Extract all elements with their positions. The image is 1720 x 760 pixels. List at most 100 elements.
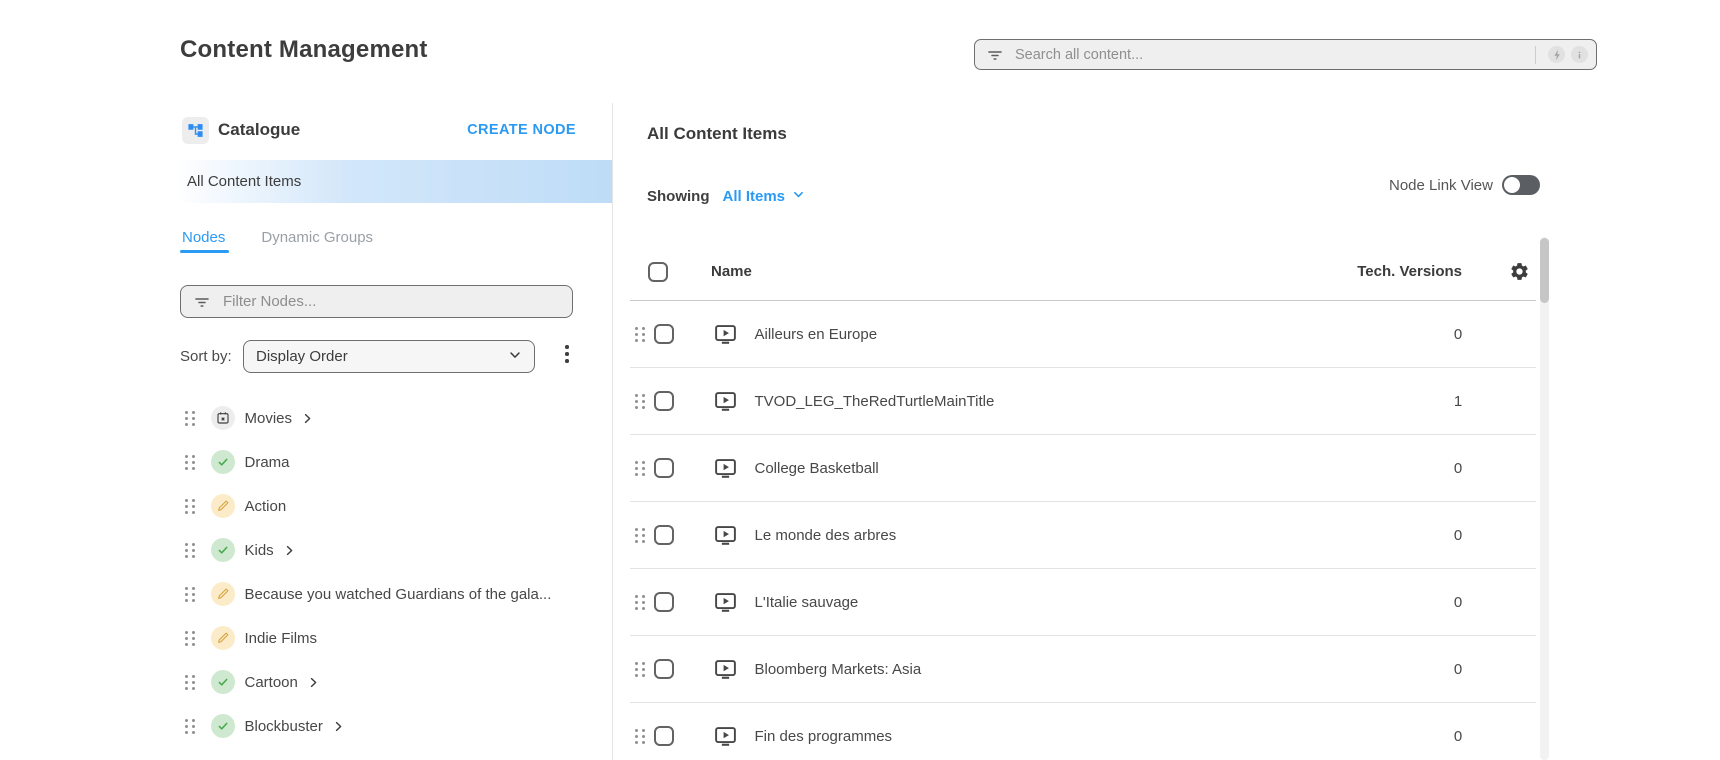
node-link-view-control: Node Link View bbox=[1389, 175, 1540, 195]
showing-label: Showing bbox=[647, 188, 710, 205]
info-icon[interactable] bbox=[1571, 46, 1588, 63]
row-checkbox[interactable] bbox=[654, 324, 674, 344]
node-list-item[interactable]: Blockbuster bbox=[180, 704, 612, 748]
published-status-icon bbox=[211, 714, 235, 738]
search-bar-divider bbox=[1535, 46, 1536, 64]
drag-handle-icon[interactable] bbox=[185, 411, 195, 426]
node-label: Kids bbox=[245, 542, 274, 559]
drag-handle-icon[interactable] bbox=[635, 595, 645, 610]
content-item-name: Bloomberg Markets: Asia bbox=[755, 661, 922, 678]
search-input[interactable] bbox=[1013, 46, 1531, 64]
draft-status-icon bbox=[211, 494, 235, 518]
content-item-row[interactable]: Le monde des arbres 0 bbox=[630, 502, 1536, 569]
sidebar-tabs: Nodes Dynamic Groups bbox=[182, 229, 373, 246]
node-list-item[interactable]: Action bbox=[180, 484, 612, 528]
video-item-icon bbox=[714, 591, 737, 614]
node-list-item[interactable]: Because you watched Guardians of the gal… bbox=[180, 572, 612, 616]
row-checkbox[interactable] bbox=[654, 659, 674, 679]
scrollbar-thumb[interactable] bbox=[1540, 238, 1549, 303]
draft-status-icon bbox=[211, 626, 235, 650]
filter-icon bbox=[986, 46, 1004, 64]
drag-handle-icon[interactable] bbox=[635, 327, 645, 342]
node-label: Blockbuster bbox=[245, 718, 323, 735]
sort-order-select[interactable]: Display Order bbox=[243, 340, 535, 373]
column-header-tech-versions: Tech. Versions bbox=[1357, 263, 1462, 280]
node-list-item[interactable]: Indie Films bbox=[180, 616, 612, 660]
drag-handle-icon[interactable] bbox=[185, 675, 195, 690]
node-list-item[interactable]: Movies bbox=[180, 396, 612, 440]
chevron-right-icon[interactable] bbox=[283, 544, 296, 557]
content-item-row[interactable]: Bloomberg Markets: Asia 0 bbox=[630, 636, 1536, 703]
drag-handle-icon[interactable] bbox=[635, 662, 645, 677]
sort-order-value: Display Order bbox=[256, 348, 348, 365]
tab-nodes[interactable]: Nodes bbox=[182, 229, 225, 246]
drag-handle-icon[interactable] bbox=[635, 461, 645, 476]
content-item-row[interactable]: L'Italie sauvage 0 bbox=[630, 569, 1536, 636]
node-label: Cartoon bbox=[245, 674, 298, 691]
drag-handle-icon[interactable] bbox=[185, 499, 195, 514]
video-item-icon bbox=[714, 323, 737, 346]
drag-handle-icon[interactable] bbox=[185, 719, 195, 734]
showing-filter-value: All Items bbox=[723, 188, 786, 205]
toggle-knob bbox=[1504, 177, 1520, 193]
tab-dynamic-groups[interactable]: Dynamic Groups bbox=[261, 229, 373, 246]
node-label: Because you watched Guardians of the gal… bbox=[245, 586, 552, 603]
drag-handle-icon[interactable] bbox=[185, 455, 195, 470]
chevron-down-icon bbox=[792, 188, 805, 205]
drag-handle-icon[interactable] bbox=[185, 587, 195, 602]
create-node-button[interactable]: CREATE NODE bbox=[467, 122, 576, 138]
select-all-checkbox[interactable] bbox=[648, 262, 668, 282]
row-checkbox[interactable] bbox=[654, 726, 674, 746]
content-item-name: College Basketball bbox=[755, 460, 879, 477]
catalogue-title: Catalogue bbox=[218, 120, 300, 140]
drag-handle-icon[interactable] bbox=[635, 528, 645, 543]
video-item-icon bbox=[714, 390, 737, 413]
content-items-table: Name Tech. Versions Ailleurs en Europe 0… bbox=[630, 245, 1536, 760]
row-checkbox[interactable] bbox=[654, 458, 674, 478]
drag-handle-icon[interactable] bbox=[635, 729, 645, 744]
row-checkbox[interactable] bbox=[654, 592, 674, 612]
showing-row: Showing All Items bbox=[647, 188, 805, 205]
filter-icon bbox=[193, 293, 211, 311]
sidebar-item-all-content-items[interactable]: All Content Items bbox=[180, 160, 612, 203]
drag-handle-icon[interactable] bbox=[635, 394, 645, 409]
scheduled-status-icon bbox=[211, 406, 235, 430]
video-item-icon bbox=[714, 524, 737, 547]
table-scrollbar[interactable] bbox=[1540, 237, 1549, 760]
filter-nodes-field[interactable] bbox=[180, 285, 573, 318]
content-item-row[interactable]: TVOD_LEG_TheRedTurtleMainTitle 1 bbox=[630, 368, 1536, 435]
draft-status-icon bbox=[211, 582, 235, 606]
tech-versions-count: 0 bbox=[1438, 594, 1478, 611]
content-item-row[interactable]: Fin des programmes 0 bbox=[630, 703, 1536, 760]
published-status-icon bbox=[211, 670, 235, 694]
filter-nodes-input[interactable] bbox=[221, 292, 562, 311]
tech-versions-count: 0 bbox=[1438, 527, 1478, 544]
chevron-down-icon bbox=[508, 348, 522, 366]
node-list-item[interactable]: Cartoon bbox=[180, 660, 612, 704]
content-item-row[interactable]: Ailleurs en Europe 0 bbox=[630, 301, 1536, 368]
lightning-icon[interactable] bbox=[1548, 46, 1565, 63]
content-item-name: L'Italie sauvage bbox=[755, 594, 859, 611]
node-link-view-toggle[interactable] bbox=[1502, 175, 1540, 195]
content-item-name: Ailleurs en Europe bbox=[755, 326, 878, 343]
drag-handle-icon[interactable] bbox=[185, 631, 195, 646]
node-label: Indie Films bbox=[245, 630, 318, 647]
content-item-row[interactable]: College Basketball 0 bbox=[630, 435, 1536, 502]
showing-filter-dropdown[interactable]: All Items bbox=[723, 188, 806, 205]
tech-versions-count: 0 bbox=[1438, 326, 1478, 343]
chevron-right-icon[interactable] bbox=[307, 676, 320, 689]
drag-handle-icon[interactable] bbox=[185, 543, 195, 558]
chevron-right-icon[interactable] bbox=[332, 720, 345, 733]
published-status-icon bbox=[211, 538, 235, 562]
more-options-icon[interactable] bbox=[561, 345, 573, 363]
node-list-item[interactable]: Drama bbox=[180, 440, 612, 484]
content-item-name: Le monde des arbres bbox=[755, 527, 897, 544]
gear-icon[interactable] bbox=[1509, 261, 1530, 282]
chevron-right-icon[interactable] bbox=[301, 412, 314, 425]
row-checkbox[interactable] bbox=[654, 391, 674, 411]
content-management-app: Content Management Catalogue CREATE NODE… bbox=[0, 0, 1720, 760]
search-bar[interactable] bbox=[974, 39, 1597, 70]
node-list-item[interactable]: Kids bbox=[180, 528, 612, 572]
row-checkbox[interactable] bbox=[654, 525, 674, 545]
catalogue-panel: Catalogue CREATE NODE All Content Items … bbox=[180, 103, 612, 760]
